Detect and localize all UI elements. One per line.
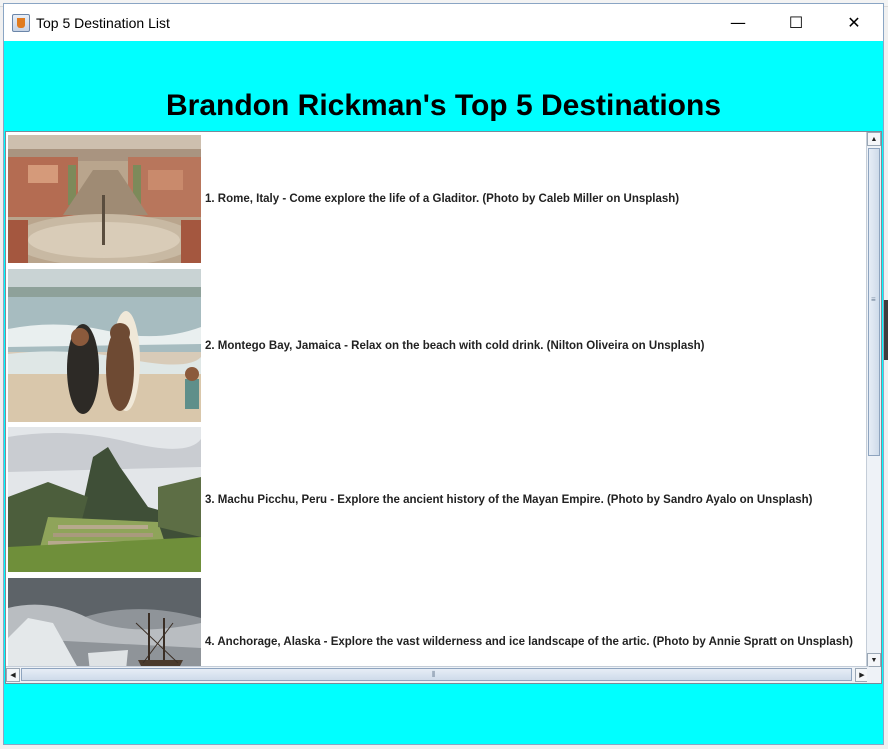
destination-caption: 1. Rome, Italy - Come explore the life o…	[205, 193, 680, 205]
background-window-edge	[884, 300, 888, 360]
horizontal-scroll-thumb[interactable]: ⦀	[21, 668, 852, 681]
beach-surfboard-photo	[8, 269, 201, 422]
horizontal-scrollbar[interactable]: ◀ ⦀ ▶	[6, 666, 869, 683]
rome-aerial-photo	[8, 135, 201, 263]
header-panel: Brandon Rickman's Top 5 Destinations	[4, 41, 883, 131]
minimize-button[interactable]: —	[709, 4, 767, 41]
list-item-montego-bay[interactable]: 2. Montego Bay, Jamaica - Relax on the b…	[8, 269, 705, 422]
scrollbar-corner	[867, 667, 881, 683]
destination-caption: 3. Machu Picchu, Peru - Explore the anci…	[205, 493, 813, 506]
grip-icon: ≡	[871, 295, 876, 304]
vertical-scrollbar[interactable]: ▲ ≡ ▼	[866, 132, 881, 667]
grip-icon: ⦀	[432, 670, 436, 679]
list-item-machu-picchu[interactable]: 3. Machu Picchu, Peru - Explore the anci…	[8, 427, 812, 572]
arrow-left-icon: ◀	[10, 672, 16, 679]
window-title: Top 5 Destination List	[36, 14, 170, 31]
destination-caption: 4. Anchorage, Alaska - Explore the vast …	[205, 636, 853, 648]
list-item-anchorage[interactable]: 4. Anchorage, Alaska - Explore the vast …	[8, 578, 853, 667]
scroll-down-button[interactable]: ▼	[867, 653, 881, 667]
close-icon: ✕	[847, 13, 861, 32]
page-title: Brandon Rickman's Top 5 Destinations	[166, 89, 721, 122]
list-item-rome[interactable]: 1. Rome, Italy - Come explore the life o…	[8, 135, 679, 263]
destination-caption: 2. Montego Bay, Jamaica - Relax on the b…	[205, 339, 705, 352]
scroll-left-button[interactable]: ◀	[6, 668, 20, 682]
destination-list[interactable]: 1. Rome, Italy - Come explore the life o…	[6, 132, 869, 667]
machu-picchu-photo	[8, 427, 201, 572]
java-app-icon	[12, 13, 30, 32]
window-controls: — ☐ ✕	[709, 4, 883, 41]
close-button[interactable]: ✕	[825, 4, 883, 41]
arrow-down-icon: ▼	[870, 656, 878, 664]
maximize-button[interactable]: ☐	[767, 4, 825, 41]
maximize-icon: ☐	[788, 13, 804, 32]
scroll-up-button[interactable]: ▲	[867, 132, 881, 146]
arrow-up-icon: ▲	[870, 135, 878, 143]
destination-list-scrollpane[interactable]: 1. Rome, Italy - Come explore the life o…	[5, 131, 882, 684]
minimize-icon: —	[730, 13, 746, 32]
arrow-right-icon: ▶	[859, 672, 865, 679]
app-window: Top 5 Destination List — ☐ ✕ Brandon Ric…	[3, 3, 884, 745]
vertical-scroll-thumb[interactable]: ≡	[868, 148, 880, 456]
alaska-ship-photo	[8, 578, 201, 667]
title-bar[interactable]: Top 5 Destination List — ☐ ✕	[4, 4, 883, 41]
